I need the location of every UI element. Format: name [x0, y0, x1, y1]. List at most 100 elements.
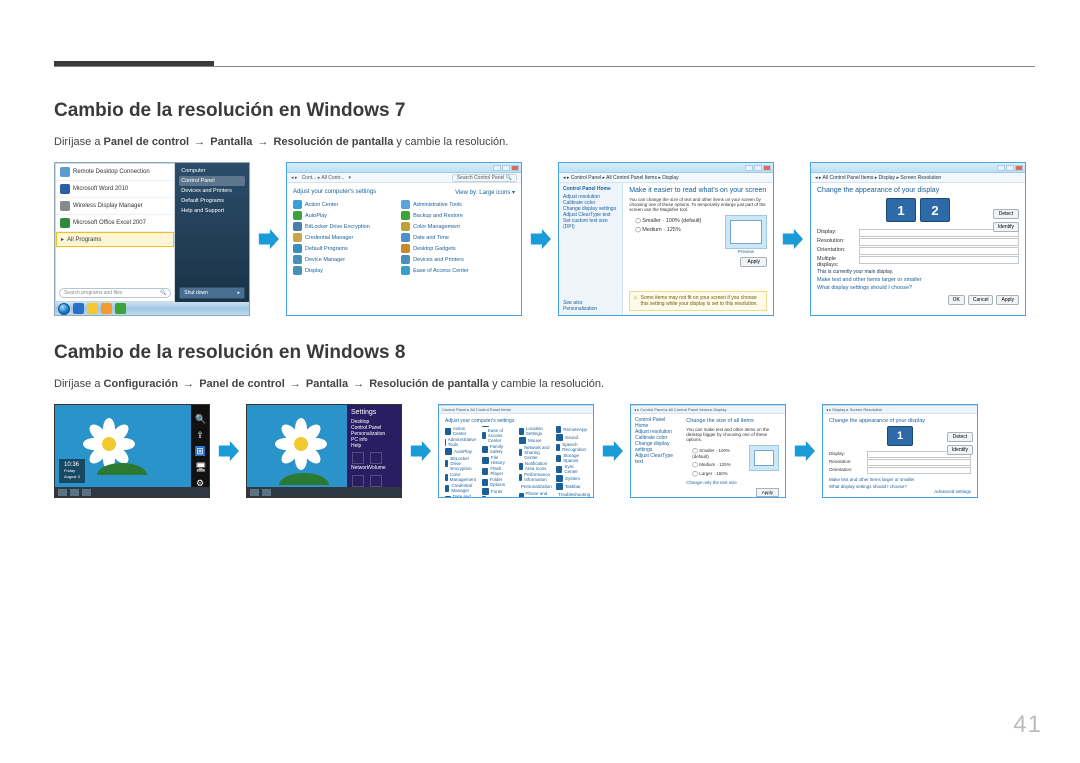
control-panel-item: HomeGroup: [482, 496, 513, 498]
control-panel-item: AutoPlay: [445, 448, 476, 455]
control-panel-item: Backup and Restore: [401, 211, 503, 220]
preview-icon: [749, 445, 779, 471]
control-panel-item: Notification Area Icons: [519, 461, 550, 471]
screenshot-win7-display: ◂ ▸ Control Panel ▸ All Control Panel It…: [558, 162, 774, 316]
start-item: Remote Desktop Connection: [56, 164, 174, 181]
flow-arrow-icon: [402, 440, 438, 462]
win8-title: Cambio de la resolución en Windows 8: [54, 342, 1035, 364]
detect-button: Detect: [947, 432, 973, 442]
control-panel-item: Desktop Gadgets: [401, 244, 503, 253]
settings-item: Help: [351, 443, 397, 449]
control-panel-item: Date and Time: [445, 494, 476, 498]
field-row: Display:: [817, 229, 1019, 237]
wallpaper-daisy-icon: [275, 418, 327, 470]
control-panel-item: Date and Time: [401, 233, 503, 242]
taskbar-app-icon: [73, 303, 84, 314]
monitor-1-icon: 1: [887, 426, 913, 446]
monitor-1-icon: 1: [886, 198, 916, 222]
control-panel-item: Fonts: [482, 488, 513, 495]
control-panel-item: Family Safety: [482, 444, 513, 454]
dialog-button: Cancel: [968, 295, 994, 305]
arrow-icon: →: [290, 378, 301, 390]
win7-instruction: Diríjase a Panel de control → Pantalla →…: [54, 136, 1035, 148]
monitor-2-icon: 2: [920, 198, 950, 222]
control-panel-item: Color Management: [445, 472, 476, 482]
radio-option: Medium · 125%: [692, 462, 744, 468]
control-panel-item: Network and Sharing Center: [519, 445, 550, 460]
screenshot-win7-resolution: ◂ ▸ All Control Panel Items ▸ Display ▸ …: [810, 162, 1026, 316]
control-panel-item: Flash Player: [482, 466, 513, 476]
control-panel-item: Folder Options: [482, 477, 513, 487]
display-subtitle: You can change the size of text and othe…: [629, 197, 767, 212]
cp-header-text: Adjust your computer's settings: [293, 189, 376, 196]
taskbar-app-icon: [101, 303, 112, 314]
flow-arrow-icon: [250, 228, 286, 250]
path-step: Panel de control: [104, 136, 190, 148]
control-panel-item: Credential Manager: [293, 233, 395, 242]
control-panel-item: Troubleshooting: [556, 491, 587, 498]
control-panel-item: Display: [293, 266, 395, 275]
dialog-button: OK: [948, 295, 965, 305]
page-content: Cambio de la resolución en Windows 7 Dir…: [54, 100, 1035, 524]
radio-option: Larger · 150%: [692, 471, 744, 477]
start-charm-icon: ⊞: [195, 446, 205, 456]
shutdown-button: Shut down▸: [179, 287, 245, 299]
window-titlebar: [287, 163, 521, 173]
nav-link: Set custom text size (DPI): [563, 218, 618, 230]
control-panel-item: File History: [482, 455, 513, 465]
control-panel-item: Device Manager: [293, 255, 395, 264]
monitor-preview: 1 2: [817, 198, 1019, 222]
page-number: 41: [1013, 711, 1042, 739]
win7-title: Cambio de la resolución en Windows 7: [54, 100, 1035, 122]
start-right-item: Devices and Printers: [179, 186, 245, 196]
arrow-icon: →: [183, 378, 194, 390]
left-nav: Control Panel Home Adjust resolutionCali…: [559, 183, 623, 315]
path-step: Resolución de pantalla: [369, 378, 489, 390]
start-right-item: Help and Support: [179, 206, 245, 216]
warning-note: ⚠Some items may not fit on your screen i…: [629, 291, 767, 311]
control-panel-item: Action Center: [293, 200, 395, 209]
control-panel-item: Action Center: [445, 426, 476, 436]
text: Diríjase a: [54, 378, 104, 390]
win8-flow: 🔍 ⇪ ⊞ 🖥 ⚙ 10:36FridayAugust 3: [54, 404, 1035, 498]
control-panel-item: Devices and Printers: [401, 255, 503, 264]
screenshot-win8-charms: 🔍 ⇪ ⊞ 🖥 ⚙ 10:36FridayAugust 3: [54, 404, 210, 498]
screenshot-win8-settings: Settings DesktopControl PanelPersonaliza…: [246, 404, 402, 498]
wallpaper-daisy-icon: [83, 418, 135, 470]
flow-arrow-icon: [210, 440, 246, 462]
taskbar: [247, 487, 401, 497]
viewby: View by: Large icons ▾: [455, 189, 515, 196]
path-step: Panel de control: [199, 378, 285, 390]
start-item: Microsoft Office Excel 2007: [56, 215, 174, 232]
apply-button: Apply: [740, 257, 767, 267]
control-panel-item: Default Programs: [293, 244, 395, 253]
screenshot-win7-control-panel: ◂ ▸ Cont... ▸ All Contr... ▾ Search Cont…: [286, 162, 522, 316]
control-panel-item: System: [556, 475, 587, 482]
settings-tile: Volume: [369, 452, 383, 471]
identify-button: Identify: [947, 445, 973, 455]
arrow-icon: →: [353, 378, 364, 390]
taskbar-app-icon: [115, 303, 126, 314]
start-menu-right-pane: ComputerControl PanelDevices and Printer…: [175, 163, 249, 302]
resolution-title: Change the appearance of your display: [817, 187, 1019, 194]
display-title: Make it easier to read what's on your sc…: [629, 187, 767, 194]
control-panel-item: Personalization: [519, 483, 550, 490]
control-panel-item: Administrative Tools: [401, 200, 503, 209]
field-row: Orientation:: [817, 247, 1019, 255]
text: y cambie la resolución.: [396, 136, 508, 148]
field-row: Resolution:: [817, 238, 1019, 246]
control-panel-item: Mouse: [519, 437, 550, 444]
taskbar: [55, 302, 249, 315]
win7-flow: Remote Desktop ConnectionMicrosoft Word …: [54, 162, 1035, 316]
control-panel-item: Credential Manager: [445, 483, 476, 493]
arrow-icon: →: [194, 136, 205, 148]
path-step: Configuración: [104, 378, 179, 390]
control-panel-item: Ease of Access Center: [482, 428, 513, 443]
field-row: Resolution:: [829, 459, 971, 466]
win8-instruction: Diríjase a Configuración → Panel de cont…: [54, 378, 1035, 390]
share-charm-icon: ⇪: [195, 430, 205, 440]
nav-link: Adjust ClearType text: [635, 453, 676, 465]
flow-arrow-icon: [522, 228, 558, 250]
start-menu-left-pane: Remote Desktop ConnectionMicrosoft Word …: [55, 163, 175, 302]
text: y cambie la resolución.: [492, 378, 604, 390]
